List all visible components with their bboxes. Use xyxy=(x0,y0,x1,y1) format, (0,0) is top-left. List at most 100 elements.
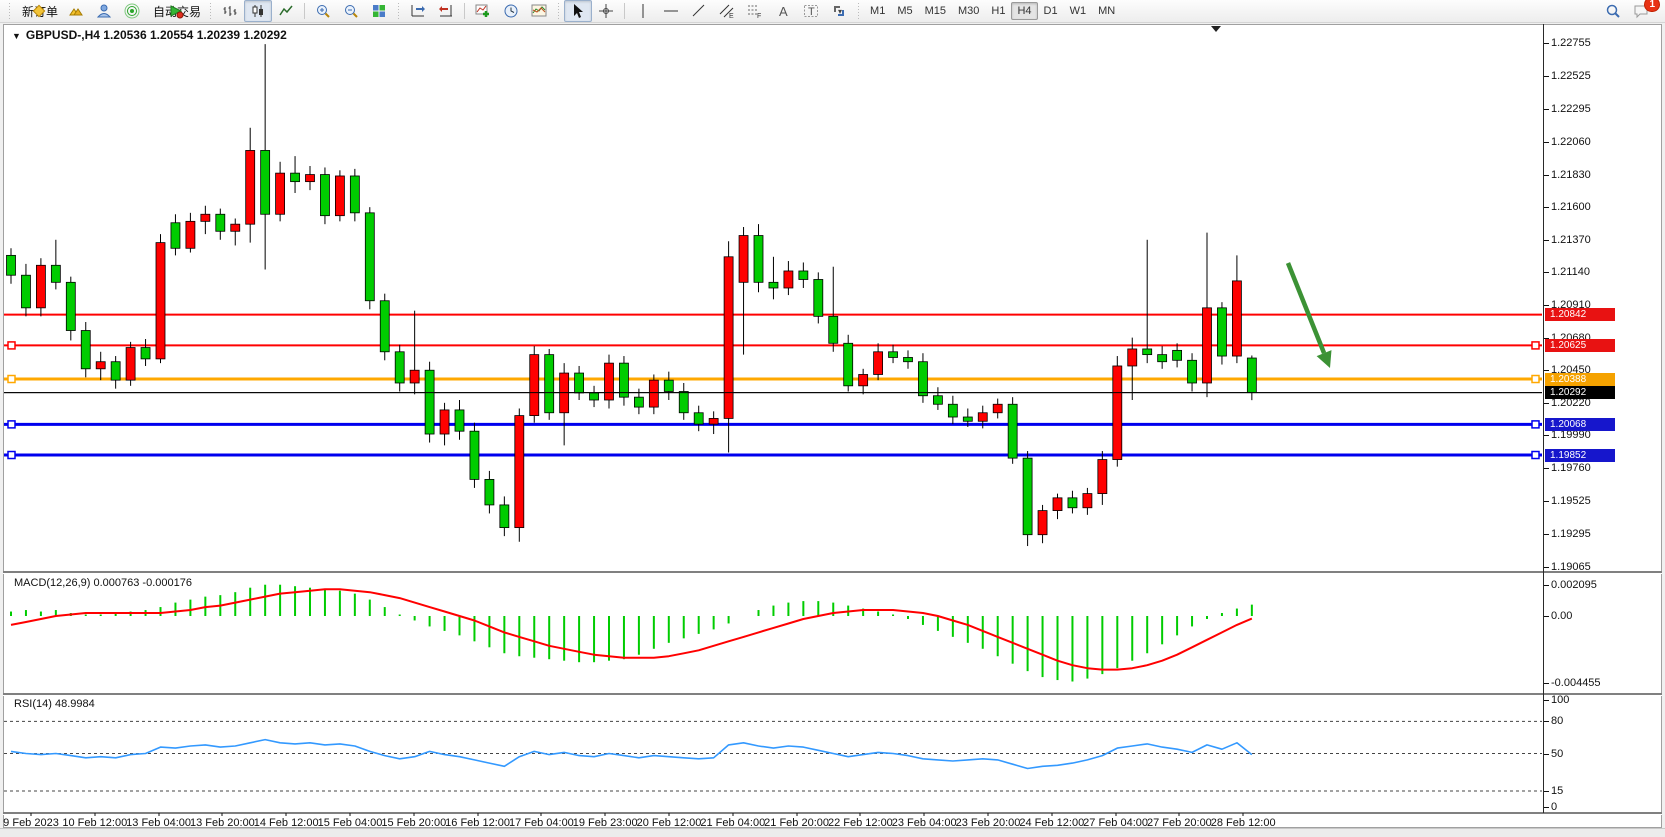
candle-body xyxy=(470,431,479,479)
toolbar-grip[interactable] xyxy=(556,3,561,19)
mt4-window: 新订单 自动交易 xyxy=(0,0,1665,837)
tile-windows-icon xyxy=(371,3,387,19)
time-tick-mark xyxy=(924,813,925,816)
text-tool-button[interactable]: A xyxy=(769,0,797,22)
price-tick-label: 1.22755 xyxy=(1551,37,1591,49)
time-tick-mark xyxy=(988,813,989,816)
price-tick-label: 1.19525 xyxy=(1551,495,1591,507)
line-selection-handle[interactable] xyxy=(1532,452,1539,459)
time-tick-mark xyxy=(1243,813,1244,816)
macd-panel-canvas[interactable] xyxy=(4,573,1542,692)
trendline-tool-button[interactable] xyxy=(685,0,713,22)
candle-body xyxy=(335,176,344,216)
price-level-badge: 1.20068 xyxy=(1545,418,1615,431)
signal-button[interactable] xyxy=(118,0,146,22)
timeframe-m5-button[interactable]: M5 xyxy=(891,2,918,20)
time-tick-mark xyxy=(1115,813,1116,816)
annotation-arrow-shaft[interactable] xyxy=(1288,263,1324,353)
arrows-icon xyxy=(831,3,847,19)
rsi-panel-canvas[interactable] xyxy=(4,695,1542,812)
auto-scroll-icon xyxy=(410,3,426,19)
line-selection-handle[interactable] xyxy=(8,452,15,459)
candle-body xyxy=(844,343,853,386)
timeframe-m15-button[interactable]: M15 xyxy=(919,2,952,20)
macd-axis-label: -0.004455 xyxy=(1551,677,1601,689)
fibonacci-tool-button[interactable]: F xyxy=(741,0,769,22)
crosshair-tool-button[interactable] xyxy=(592,0,620,22)
text-label-tool-button[interactable]: T xyxy=(797,0,825,22)
search-button[interactable] xyxy=(1599,0,1627,22)
line-selection-handle[interactable] xyxy=(1532,342,1539,349)
price-tick-label: 1.21370 xyxy=(1551,234,1591,246)
toolbar-grip[interactable] xyxy=(208,3,213,19)
macd-signal-line xyxy=(11,589,1252,669)
indicators-icon xyxy=(475,3,491,19)
toolbar-grip[interactable] xyxy=(396,3,401,19)
candle-body xyxy=(933,396,942,405)
rsi-tick-mark xyxy=(1544,700,1549,701)
line-selection-handle[interactable] xyxy=(8,342,15,349)
panel-separator[interactable] xyxy=(3,571,1662,574)
toolbar-grip[interactable] xyxy=(856,3,861,19)
price-tick-mark xyxy=(1544,109,1549,110)
panel-separator[interactable] xyxy=(3,693,1662,696)
time-tick-mark xyxy=(413,813,414,816)
chart-shift-button[interactable] xyxy=(432,0,460,22)
chart-shift-marker[interactable] xyxy=(1211,26,1221,32)
line-selection-handle[interactable] xyxy=(8,376,15,383)
candlestick-mode-button[interactable] xyxy=(244,0,272,22)
macd-label: MACD(12,26,9) 0.000763 -0.000176 xyxy=(14,577,192,589)
channel-icon: E xyxy=(719,3,735,19)
timeframe-h4-button[interactable]: H4 xyxy=(1011,2,1037,20)
timeframe-w1-button[interactable]: W1 xyxy=(1064,2,1093,20)
arrows-tool-button[interactable]: ▾ xyxy=(825,0,853,22)
cursor-tool-button[interactable] xyxy=(564,0,592,22)
price-chart-canvas[interactable] xyxy=(4,25,1542,571)
candle-body xyxy=(455,410,464,431)
candle-body xyxy=(769,282,778,288)
time-tick-mark xyxy=(732,813,733,816)
line-chart-mode-button[interactable] xyxy=(272,0,300,22)
time-tick-mark xyxy=(860,813,861,816)
auto-scroll-button[interactable] xyxy=(404,0,432,22)
notifications-button[interactable]: 1 xyxy=(1627,0,1655,22)
line-selection-handle[interactable] xyxy=(1532,421,1539,428)
expert-advisors-button[interactable] xyxy=(90,0,118,22)
toolbar: 新订单 自动交易 xyxy=(0,0,1665,23)
tile-windows-button[interactable] xyxy=(365,0,393,22)
candle-body xyxy=(799,271,808,280)
candle-body xyxy=(605,363,614,400)
horizontal-line-tool-button[interactable] xyxy=(657,0,685,22)
candle-body xyxy=(7,255,16,275)
vertical-line-tool-button[interactable] xyxy=(629,0,657,22)
zoom-out-button[interactable] xyxy=(337,0,365,22)
timeframe-d1-button[interactable]: D1 xyxy=(1038,2,1064,20)
text-label-icon: T xyxy=(803,3,819,19)
time-tick-mark xyxy=(1051,813,1052,816)
macd-tick-mark xyxy=(1544,683,1549,684)
timeframe-h1-button[interactable]: H1 xyxy=(985,2,1011,20)
candle-body xyxy=(530,355,539,416)
toolbar-grip[interactable] xyxy=(7,3,12,19)
indicators-button[interactable]: ▾ xyxy=(469,0,497,22)
gold-button[interactable] xyxy=(62,0,90,22)
candle-body xyxy=(859,374,868,385)
zoom-in-button[interactable] xyxy=(309,0,337,22)
toolbar-separator xyxy=(624,3,625,19)
equidistant-channel-tool-button[interactable]: E xyxy=(713,0,741,22)
new-order-button[interactable]: 新订单 xyxy=(15,0,62,22)
price-tick-mark xyxy=(1544,43,1549,44)
timeframe-mn-button[interactable]: MN xyxy=(1092,2,1121,20)
periods-button[interactable]: ▾ xyxy=(497,0,525,22)
zoom-out-icon xyxy=(343,3,359,19)
timeframe-m30-button[interactable]: M30 xyxy=(952,2,985,20)
candle-body xyxy=(1023,458,1032,535)
autotrade-button[interactable]: 自动交易 xyxy=(146,0,205,22)
templates-button[interactable]: ▾ xyxy=(525,0,553,22)
timeframe-m1-button[interactable]: M1 xyxy=(864,2,891,20)
price-tick-label: 1.19990 xyxy=(1551,429,1591,441)
bar-chart-mode-button[interactable] xyxy=(216,0,244,22)
macd-tick-mark xyxy=(1544,585,1549,586)
line-selection-handle[interactable] xyxy=(1532,376,1539,383)
line-selection-handle[interactable] xyxy=(8,421,15,428)
